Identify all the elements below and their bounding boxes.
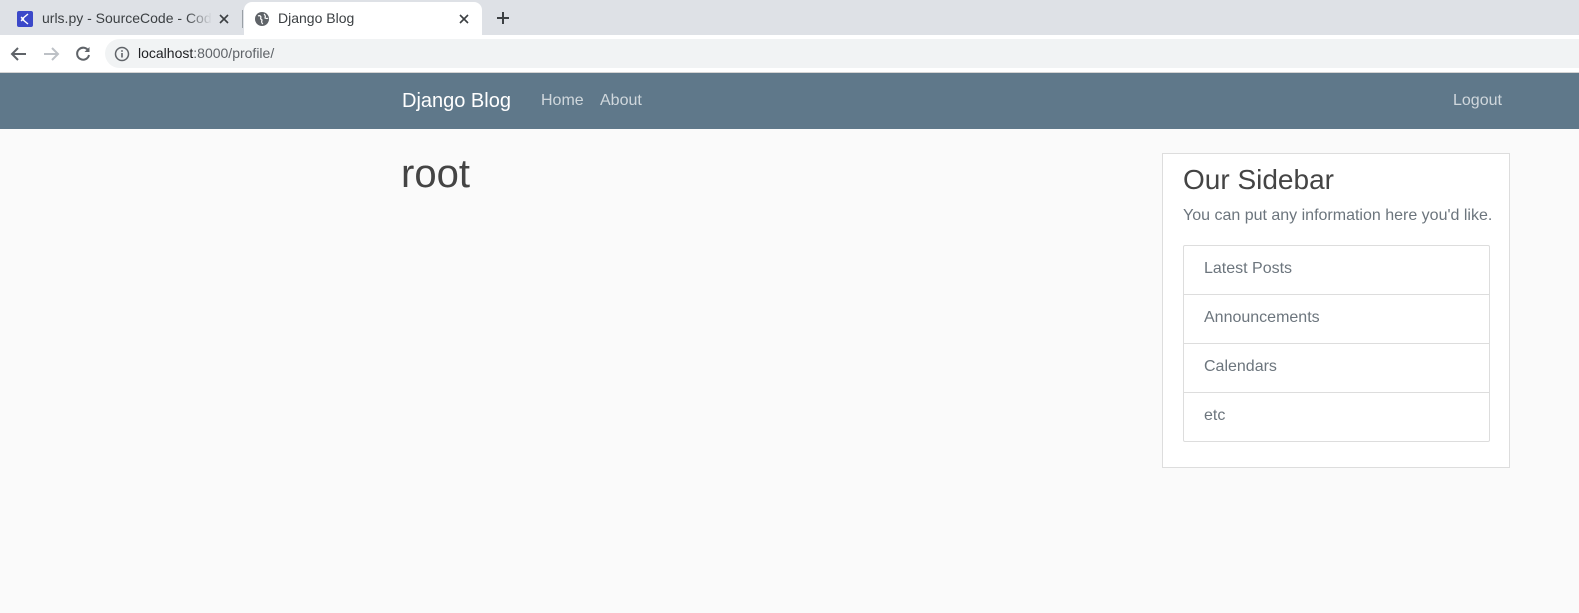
nav-logout-link[interactable]: Logout [1453,92,1502,110]
reload-icon[interactable] [73,44,93,64]
address-bar[interactable]: localhost:8000/profile/ [105,39,1579,68]
sidebar-item-etc[interactable]: etc [1184,392,1489,441]
tab-title: Django Blog [278,10,355,26]
sidebar-item-announcements[interactable]: Announcements [1184,294,1489,343]
nav-about-link[interactable]: About [600,92,642,110]
sidebar: Our Sidebar You can put any information … [1162,153,1510,468]
forward-arrow-icon[interactable] [41,44,61,64]
info-icon[interactable] [114,46,130,62]
close-icon[interactable] [216,11,232,27]
site-navbar: Django Blog Home About Logout [0,73,1579,129]
profile-username: root [401,152,470,196]
url-host: localhost [138,45,194,61]
url-path: :8000/profile/ [193,45,275,61]
browser-tab-bar: urls.py - SourceCode - Code - OSS Django… [0,0,1579,35]
tab-separator [242,10,243,28]
sidebar-title: Our Sidebar [1183,164,1334,195]
new-tab-plus-icon[interactable] [494,9,512,27]
brand-link[interactable]: Django Blog [402,90,511,113]
sidebar-text: You can put any information here you'd l… [1183,207,1493,224]
vscode-icon [17,11,33,27]
sidebar-item-calendars[interactable]: Calendars [1184,343,1489,392]
browser-tab-vscode[interactable]: urls.py - SourceCode - Code - OSS [8,2,242,35]
close-icon[interactable] [456,11,472,27]
browser-toolbar: localhost:8000/profile/ [0,35,1579,73]
url-text: localhost:8000/profile/ [138,45,274,61]
browser-tab-django-blog[interactable]: Django Blog [244,2,482,35]
nav-home-link[interactable]: Home [541,92,584,110]
sidebar-list: Latest Posts Announcements Calendars etc [1183,245,1490,442]
sidebar-item-latest-posts[interactable]: Latest Posts [1184,246,1489,294]
globe-icon [255,12,269,26]
back-arrow-icon[interactable] [9,44,29,64]
tab-title: urls.py - SourceCode - Code - OSS [42,10,212,26]
